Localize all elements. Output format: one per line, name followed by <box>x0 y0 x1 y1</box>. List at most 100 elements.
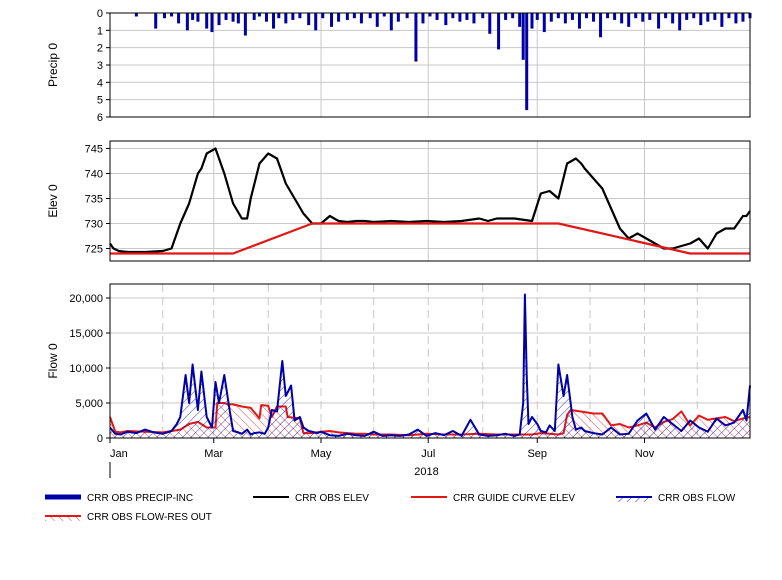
precip-bar <box>217 13 221 26</box>
y-tick-label: 3 <box>97 60 103 72</box>
precip-bar <box>277 13 281 19</box>
y-axis-label: Flow 0 <box>46 343 60 379</box>
series-obs-elev <box>109 147 751 254</box>
precip-bar <box>627 13 631 27</box>
precip-bar <box>563 13 567 24</box>
y-tick-label: 730 <box>85 219 103 231</box>
precip-bar <box>606 13 610 19</box>
y-tick-label: 1 <box>97 25 103 37</box>
precip-bar <box>706 13 710 22</box>
y-tick-label: 5,000 <box>75 398 103 410</box>
y-tick-label: 4 <box>97 77 103 89</box>
year-label: 2018 <box>414 466 438 478</box>
precip-bar <box>252 13 256 20</box>
precip-bar <box>272 13 276 29</box>
y-tick-label: 740 <box>85 169 103 181</box>
precip-bar <box>692 13 696 19</box>
precip-bar <box>196 13 200 22</box>
precip-bar <box>620 13 624 24</box>
precip-bar <box>530 13 534 29</box>
precip-bar <box>291 13 295 20</box>
precip-bar <box>584 13 588 19</box>
precip-bar <box>570 13 574 20</box>
precip-bar <box>504 13 508 20</box>
precip-bar <box>236 13 240 24</box>
x-tick-label: Sep <box>527 448 547 460</box>
precip-bar <box>481 13 485 19</box>
precip-bar <box>592 13 596 22</box>
precip-bar <box>359 13 363 24</box>
precip-bar <box>511 13 515 19</box>
precip-bar <box>720 13 724 27</box>
precip-bar <box>257 13 261 17</box>
precip-bar <box>648 13 652 20</box>
precip-bar <box>451 13 455 19</box>
precip-bar <box>314 13 318 31</box>
precip-bar <box>599 13 603 38</box>
precip-bar <box>678 13 682 31</box>
panel-2: 725 730 735 740 745 Elev 0 <box>46 140 751 262</box>
precip-bar <box>396 13 400 22</box>
precip-bar <box>525 13 529 111</box>
precip-bar <box>727 13 731 19</box>
legend: CRR OBS PRECIP-INC CRR OBS ELEV CRR GUIDE … <box>45 493 736 523</box>
precip-bar <box>352 13 356 19</box>
precip-bar <box>375 13 379 27</box>
legend-item: CRR GUIDE CURVE ELEV <box>411 493 575 504</box>
precip-bar <box>664 13 668 19</box>
precip-bar <box>264 13 268 22</box>
y-tick-label: 5 <box>97 95 103 107</box>
precip-bar <box>177 13 181 24</box>
precip-bar <box>405 13 409 19</box>
precip-bar <box>163 13 167 19</box>
precip-bar <box>518 13 522 27</box>
precip-bar <box>556 13 560 19</box>
precip-bar <box>699 13 703 26</box>
precip-bar <box>337 13 341 22</box>
legend-item: CRR OBS FLOW-RES OUT <box>45 512 212 523</box>
precip-bar <box>577 13 581 29</box>
precip-bar <box>549 13 553 22</box>
precip-bar <box>444 13 448 26</box>
precip-bar <box>497 13 501 50</box>
x-tick-label: Jul <box>421 448 435 460</box>
precip-bar <box>734 13 738 24</box>
precip-bar <box>741 13 745 22</box>
precip-bar <box>641 13 645 22</box>
precip-bar <box>465 13 469 20</box>
x-tick-label: May <box>311 448 332 460</box>
legend-item: CRR OBS PRECIP-INC <box>45 493 193 504</box>
precip-bar <box>134 13 138 17</box>
y-tick-label: 20,000 <box>69 293 103 305</box>
y-tick-label: 10,000 <box>69 363 103 375</box>
y-axis-label: Elev 0 <box>46 184 60 218</box>
precip-bar <box>488 13 492 34</box>
precip-bar <box>330 13 334 27</box>
precip-bar <box>345 13 349 20</box>
precip-bar <box>154 13 158 29</box>
x-tick-label: Nov <box>635 448 655 460</box>
precip-bar <box>210 13 214 33</box>
y-tick-label: 15,000 <box>69 328 103 340</box>
precip-bar <box>307 13 311 26</box>
y-tick-label: 725 <box>85 244 103 256</box>
precip-bar <box>389 13 393 31</box>
y-tick-label: 6 <box>97 112 103 124</box>
x-tick-label: Mar <box>204 448 223 460</box>
legend-label: CRR OBS FLOW <box>658 493 736 504</box>
panel-1: 0 1 2 3 4 5 6 Precip 0 <box>46 8 752 124</box>
y-tick-label: 2 <box>97 43 103 55</box>
panel-3: 0 5,000 10,000 15,000 20,000 Flow 0 <box>46 283 751 445</box>
y-tick-label: 0 <box>97 433 103 445</box>
precip-bar <box>472 13 476 24</box>
series-obs-flow <box>109 293 751 437</box>
precip-bar <box>657 13 661 29</box>
legend-label: CRR GUIDE CURVE ELEV <box>453 493 575 504</box>
precip-bar <box>713 13 717 20</box>
y-tick-label: 745 <box>85 144 103 156</box>
precip-bar <box>458 13 462 22</box>
series-precip <box>134 13 752 111</box>
precip-bar <box>321 13 325 19</box>
y-tick-label: 0 <box>97 8 103 20</box>
precip-bar <box>542 13 546 33</box>
